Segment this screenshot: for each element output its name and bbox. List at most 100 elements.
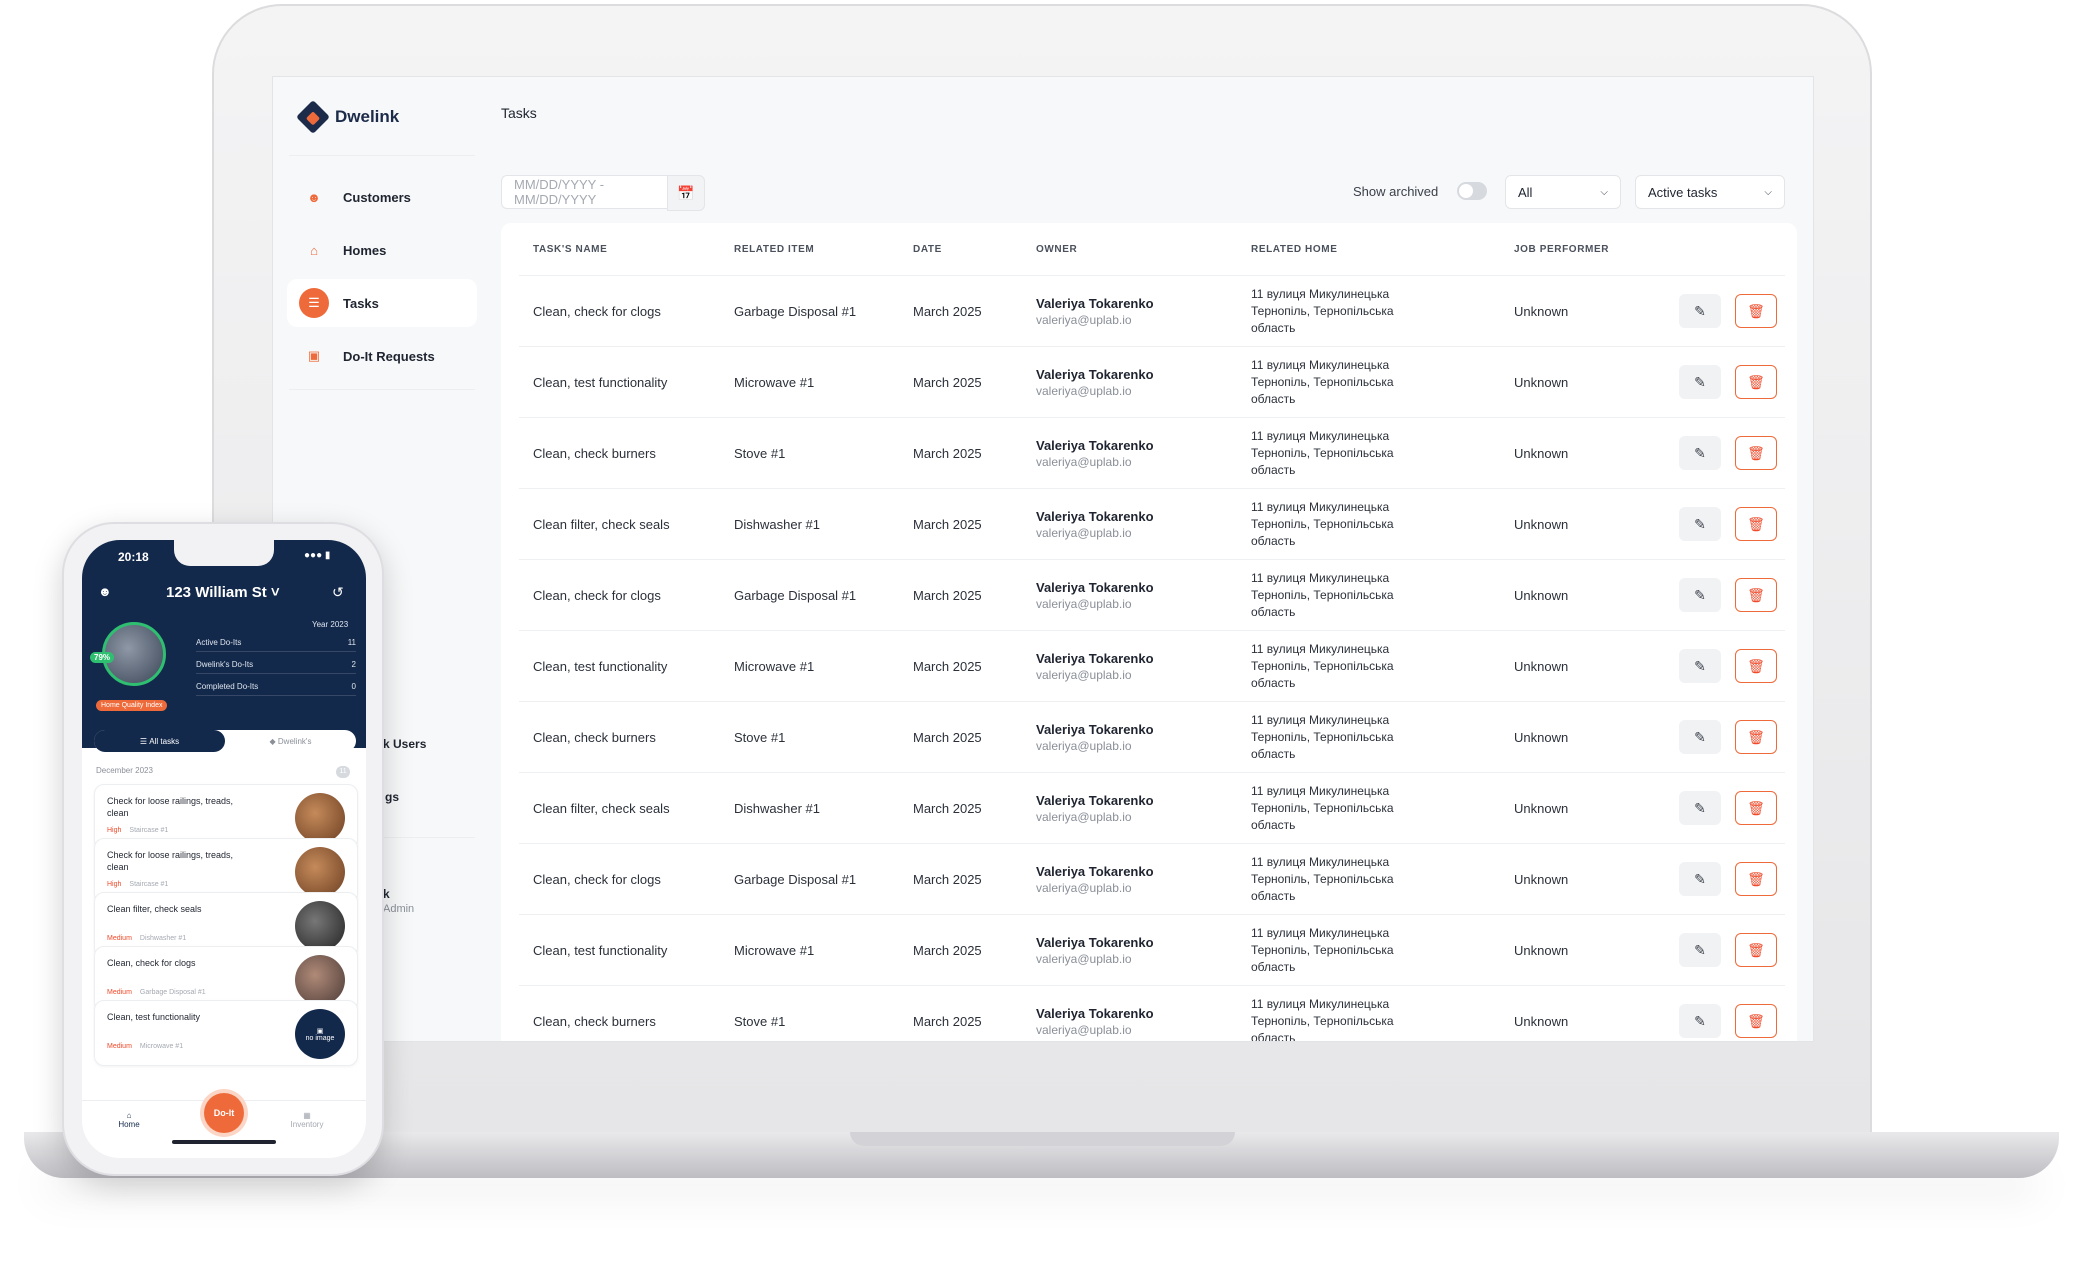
image-icon: ▣ (316, 1027, 324, 1035)
related-home: 11 вулиця Микулинецька Тернопіль, Тернопі… (1237, 488, 1500, 560)
user-icon[interactable]: ☻ (98, 584, 112, 599)
date-range-input[interactable]: MM/DD/YYYY - MM/DD/YYYY (501, 175, 667, 209)
owner-name: Valeriya Tokarenko (1036, 508, 1154, 524)
tab-dwelinks[interactable]: ◆ Dwelink's (225, 730, 356, 752)
row-actions: ✎ 🗑 (1665, 630, 1785, 702)
home-address-line: 11 вулиця Микулинецька (1251, 499, 1390, 514)
sidebar-item-do-it-requests[interactable]: ▣ Do-It Requests (287, 332, 477, 380)
trash-icon: 🗑 (1747, 373, 1765, 390)
column-header: RELATED ITEM (720, 223, 899, 276)
do-it-button[interactable]: Do-It (204, 1093, 244, 1133)
delete-button[interactable]: 🗑 (1735, 933, 1777, 967)
home-address-line: 11 вулиця Микулинецька (1251, 570, 1390, 585)
sidebar-item-customers[interactable]: ☻ Customers (287, 173, 477, 221)
home-address-line: область (1251, 462, 1296, 477)
task-thumbnail (295, 955, 345, 1005)
edit-button[interactable]: ✎ (1679, 578, 1721, 612)
column-header: TASK'S NAME (519, 223, 720, 276)
table-row: Clean filter, check seals Dishwasher #1 Ma… (519, 772, 1785, 844)
row-actions: ✎ 🗑 (1665, 914, 1785, 986)
stat-value: 2 (351, 660, 356, 669)
related-item: Stove #1 (720, 417, 899, 489)
task-tabs: ☰ All tasks ◆ Dwelink's (94, 730, 356, 752)
delete-button[interactable]: 🗑 (1735, 578, 1777, 612)
delete-button[interactable]: 🗑 (1735, 862, 1777, 896)
pencil-icon: ✎ (1694, 870, 1706, 887)
priority-label: Medium (107, 1043, 132, 1050)
task-card[interactable]: Clean, test functionality Medium Microwave… (94, 1000, 358, 1066)
task-name: Clean, check burners (519, 701, 720, 773)
edit-button[interactable]: ✎ (1679, 365, 1721, 399)
logo[interactable]: Dwelink (296, 100, 399, 134)
delete-button[interactable]: 🗑 (1735, 720, 1777, 754)
owner-cell: Valeriya Tokarenko valeriya@uplab.io (1022, 914, 1237, 986)
job-performer: Unknown (1500, 772, 1665, 844)
task-date: March 2025 (899, 985, 1022, 1041)
row-actions: ✎ 🗑 (1665, 559, 1785, 631)
filter-select-all[interactable]: All ⌵ (1505, 175, 1621, 209)
home-address-line: Тернопіль, Тернопільська (1251, 729, 1394, 744)
delete-button[interactable]: 🗑 (1735, 649, 1777, 683)
tab-label: All tasks (149, 736, 180, 746)
history-icon[interactable]: ↺ (332, 584, 344, 601)
pencil-icon: ✎ (1694, 799, 1706, 816)
task-card-meta: Medium Dishwasher #1 (107, 935, 186, 942)
trash-icon: 🗑 (1747, 444, 1765, 461)
home-address-line: Тернопіль, Тернопільська (1251, 1013, 1394, 1028)
address-selector[interactable]: 123 William St ˅ (166, 584, 280, 601)
row-actions: ✎ 🗑 (1665, 985, 1785, 1041)
home-address-line: Тернопіль, Тернопільська (1251, 800, 1394, 815)
row-actions: ✎ 🗑 (1665, 346, 1785, 418)
sidebar-item-settings[interactable]: gs (385, 790, 399, 804)
edit-button[interactable]: ✎ (1679, 436, 1721, 470)
related-item: Microwave #1 (720, 346, 899, 418)
delete-button[interactable]: 🗑 (1735, 791, 1777, 825)
edit-button[interactable]: ✎ (1679, 294, 1721, 328)
nav-home[interactable]: ⌂ Home (104, 1111, 154, 1129)
edit-button[interactable]: ✎ (1679, 862, 1721, 896)
filter-select-status[interactable]: Active tasks ⌵ (1635, 175, 1785, 209)
task-card-title: Clean, check for clogs (107, 958, 196, 968)
delete-button[interactable]: 🗑 (1735, 1004, 1777, 1038)
tab-all-tasks[interactable]: ☰ All tasks (94, 730, 225, 752)
sidebar-item-users[interactable]: k Users (383, 737, 426, 751)
nav-inventory[interactable]: ▦ Inventory (282, 1111, 332, 1129)
table-row: Clean, test functionality Microwave #1 Mar… (519, 914, 1785, 986)
edit-button[interactable]: ✎ (1679, 507, 1721, 541)
row-actions: ✎ 🗑 (1665, 843, 1785, 915)
tab-label: Dwelink's (277, 736, 312, 746)
home-address-line: Тернопіль, Тернопільська (1251, 445, 1394, 460)
owner-email: valeriya@uplab.io (1036, 596, 1132, 611)
task-card-item: Dishwasher #1 (139, 935, 187, 942)
table-row: Clean, check for clogs Garbage Disposal #… (519, 559, 1785, 631)
related-home: 11 вулиця Микулинецька Тернопіль, Тернопі… (1237, 275, 1500, 347)
show-archived-toggle[interactable] (1457, 182, 1487, 200)
stat-value: 0 (351, 682, 356, 691)
related-home: 11 вулиця Микулинецька Тернопіль, Тернопі… (1237, 559, 1500, 631)
home-quality-index-label: Home Quality Index (96, 700, 168, 711)
sidebar-item-homes[interactable]: ⌂ Homes (287, 226, 477, 274)
column-header: RELATED HOME (1237, 223, 1500, 276)
edit-button[interactable]: ✎ (1679, 649, 1721, 683)
task-card-item: Microwave #1 (139, 1043, 184, 1050)
chevron-down-icon: ⌵ (1600, 186, 1608, 198)
delete-button[interactable]: 🗑 (1735, 294, 1777, 328)
task-thumbnail (295, 847, 345, 897)
edit-button[interactable]: ✎ (1679, 720, 1721, 754)
calendar-button[interactable]: 📅 (667, 175, 705, 211)
home-address-line: 11 вулиця Микулинецька (1251, 428, 1390, 443)
table-row: Clean filter, check seals Dishwasher #1 Ma… (519, 488, 1785, 560)
sidebar-divider (289, 155, 475, 156)
edit-button[interactable]: ✎ (1679, 791, 1721, 825)
related-item: Stove #1 (720, 985, 899, 1041)
delete-button[interactable]: 🗑 (1735, 365, 1777, 399)
delete-button[interactable]: 🗑 (1735, 436, 1777, 470)
edit-button[interactable]: ✎ (1679, 1004, 1721, 1038)
home-address-line: 11 вулиця Микулинецька (1251, 712, 1390, 727)
task-card-item: Garbage Disposal #1 (139, 989, 206, 996)
sidebar-item-tasks[interactable]: ☰ Tasks (287, 279, 477, 327)
delete-button[interactable]: 🗑 (1735, 507, 1777, 541)
task-card-title: Check for loose railings, treads, clean (107, 850, 234, 872)
edit-button[interactable]: ✎ (1679, 933, 1721, 967)
home-icon: ⌂ (310, 242, 318, 258)
